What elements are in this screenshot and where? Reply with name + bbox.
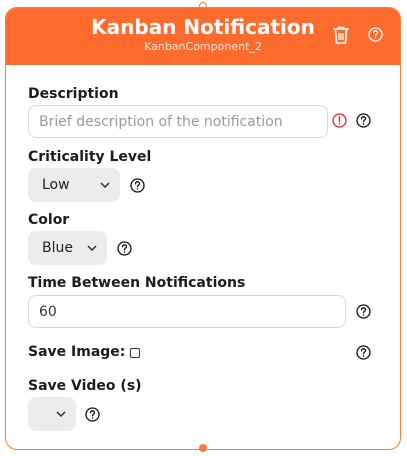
save-image-help-icon[interactable] — [356, 345, 371, 360]
criticality-value: Low — [42, 177, 70, 193]
chevron-down-icon — [56, 411, 66, 417]
chevron-down-icon — [87, 245, 97, 251]
description-input[interactable]: Brief description of the notification — [28, 105, 328, 138]
trash-icon[interactable] — [332, 25, 350, 45]
color-value: Blue — [42, 240, 73, 256]
kanban-notification-node[interactable]: Kanban Notification KanbanComponent_2 De… — [5, 7, 401, 450]
help-icon[interactable] — [368, 27, 386, 47]
description-label: Description — [28, 86, 119, 102]
save-image-label: Save Image: — [28, 344, 126, 360]
chevron-down-icon — [100, 182, 110, 188]
criticality-help-icon[interactable] — [130, 178, 145, 193]
bottom-connection-handle[interactable] — [199, 444, 207, 452]
criticality-select[interactable]: Low — [28, 168, 120, 202]
time-between-label: Time Between Notifications — [28, 275, 246, 291]
criticality-label: Criticality Level — [28, 149, 152, 165]
error-icon — [332, 113, 347, 128]
save-video-select[interactable] — [28, 397, 76, 431]
node-header: Kanban Notification KanbanComponent_2 — [6, 8, 400, 65]
color-label: Color — [28, 212, 70, 228]
time-between-input[interactable]: 60 — [28, 295, 346, 328]
color-select[interactable]: Blue — [28, 231, 107, 265]
save-image-checkbox[interactable] — [130, 348, 140, 358]
save-video-help-icon[interactable] — [85, 407, 100, 422]
color-help-icon[interactable] — [117, 241, 132, 256]
description-help-icon[interactable] — [356, 113, 371, 128]
time-between-help-icon[interactable] — [356, 304, 371, 319]
save-video-label: Save Video (s) — [28, 378, 142, 394]
